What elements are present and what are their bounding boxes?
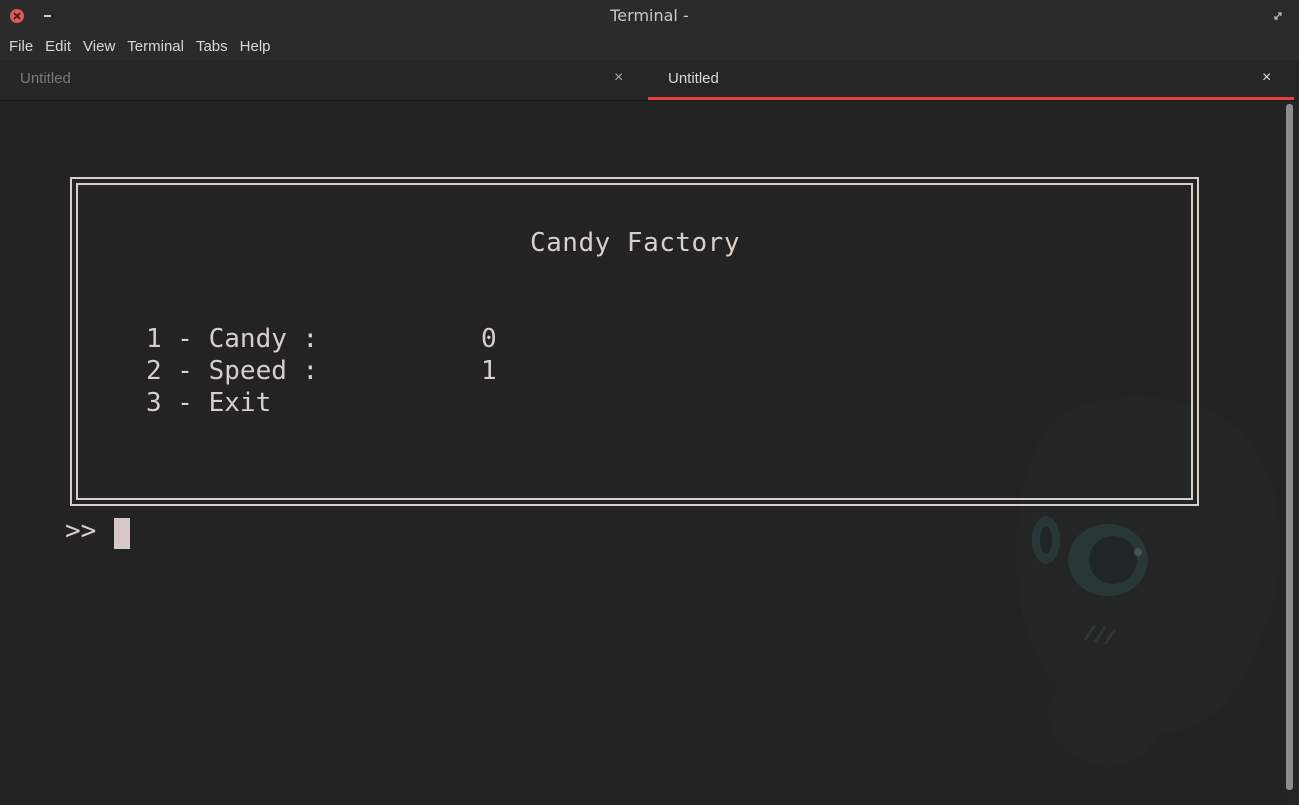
- tab-label: Untitled: [20, 70, 71, 87]
- menu-view[interactable]: View: [71, 38, 115, 55]
- active-tab-indicator: [648, 97, 1294, 100]
- tab-label: Untitled: [668, 70, 719, 87]
- option-candy-value: 0: [481, 324, 497, 354]
- tab-bar: Untitled × Untitled ×: [0, 60, 1299, 101]
- tab-untitled-2[interactable]: Untitled ×: [648, 60, 1294, 100]
- menu-file[interactable]: File: [0, 38, 33, 55]
- option-speed-label: 2 - Speed :: [146, 356, 319, 386]
- option-speed-value: 1: [481, 356, 497, 386]
- tab-close-icon[interactable]: ×: [1262, 69, 1271, 87]
- menu-edit[interactable]: Edit: [33, 38, 71, 55]
- text-cursor[interactable]: [114, 518, 130, 549]
- option-candy-label: 1 - Candy :: [146, 324, 319, 354]
- restore-icon[interactable]: [1272, 10, 1284, 22]
- terminal-window: Terminal - File Edit View Terminal Tabs …: [0, 0, 1299, 805]
- scrollbar[interactable]: [1286, 104, 1293, 790]
- menu-bar: File Edit View Terminal Tabs Help: [0, 32, 1299, 60]
- tab-close-icon[interactable]: ×: [614, 69, 623, 87]
- command-prompt: >>: [65, 516, 97, 546]
- title-bar: Terminal -: [0, 0, 1299, 32]
- menu-terminal[interactable]: Terminal: [115, 38, 184, 55]
- window-title: Terminal -: [610, 6, 689, 25]
- menu-tabs[interactable]: Tabs: [184, 38, 228, 55]
- box-title: Candy Factory: [530, 228, 740, 258]
- menu-help[interactable]: Help: [228, 38, 271, 55]
- option-exit-label: 3 - Exit: [146, 388, 272, 418]
- tab-untitled-1[interactable]: Untitled ×: [0, 60, 648, 100]
